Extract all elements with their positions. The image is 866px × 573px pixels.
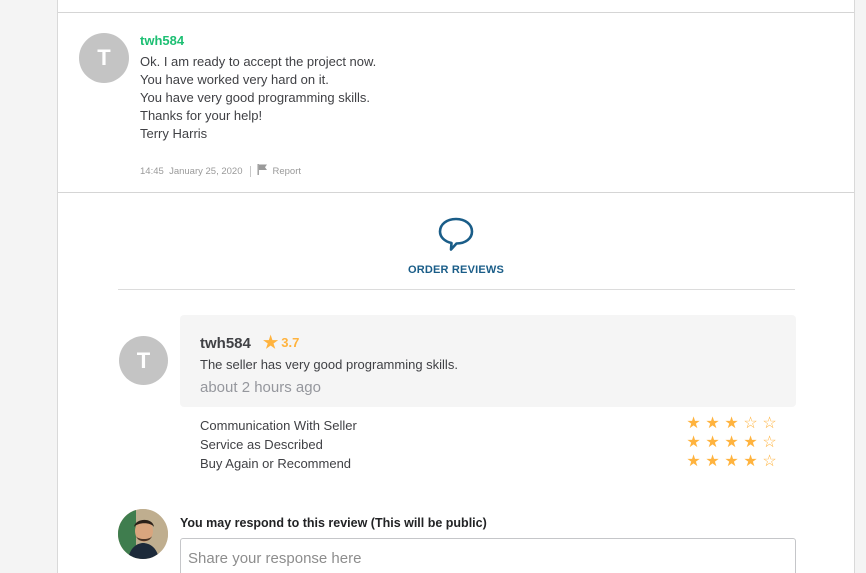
rating-label: Buy Again or Recommend <box>200 456 352 471</box>
message-body: Ok. I am ready to accept the project now… <box>140 53 376 143</box>
message-line: Thanks for your help! <box>140 108 263 123</box>
response-label: You may respond to this review (This wil… <box>180 516 487 530</box>
rating-row: Buy Again or Recommend ★ ★ ★ ★ ☆ <box>200 454 780 473</box>
rating-row: Communication With Seller ★ ★ ★ ☆ ☆ <box>200 416 780 435</box>
star-rating: ★ ★ ★ ★ ☆ <box>684 435 779 451</box>
response-input[interactable] <box>180 538 796 573</box>
star-icon: ★ <box>263 333 279 352</box>
message-date: January 25, 2020 <box>169 165 243 177</box>
review-text: The seller has very good programming ski… <box>200 357 458 372</box>
message-line: You have very good programming skills. <box>140 90 371 105</box>
star-filled-icon: ★ <box>705 415 720 432</box>
star-filled-icon: ★ <box>743 434 758 451</box>
reviewer-username[interactable]: twh584 <box>200 335 251 352</box>
avatar: T <box>119 336 168 385</box>
divider <box>118 289 795 290</box>
star-empty-icon: ☆ <box>762 434 777 451</box>
star-filled-icon: ★ <box>724 434 739 451</box>
star-rating: ★ ★ ★ ★ ☆ <box>684 454 779 470</box>
order-conversation-panel: T twh584 Ok. I am ready to accept the pr… <box>57 0 855 573</box>
star-filled-icon: ★ <box>724 415 739 432</box>
message-username[interactable]: twh584 <box>140 33 184 48</box>
message-line: Ok. I am ready to accept the project now… <box>140 54 377 69</box>
star-filled-icon: ★ <box>686 453 701 470</box>
star-filled-icon: ★ <box>705 434 720 451</box>
rating-label: Service as Described <box>200 437 323 452</box>
review-card: twh584 ★ 3.7 The seller has very good pr… <box>180 315 796 407</box>
star-filled-icon: ★ <box>705 453 720 470</box>
review-time: about 2 hours ago <box>200 379 321 396</box>
star-filled-icon: ★ <box>686 434 701 451</box>
avatar: T <box>79 33 129 83</box>
star-rating: ★ ★ ★ ☆ ☆ <box>684 416 779 432</box>
order-reviews-title: ORDER REVIEWS <box>407 264 505 276</box>
message-meta: 14:45 January 25, 2020 Report <box>140 164 301 178</box>
star-empty-icon: ☆ <box>762 415 777 432</box>
message-line: You have worked very hard on it. <box>140 72 329 87</box>
report-link[interactable]: Report <box>272 166 301 177</box>
rating-breakdown: Communication With Seller ★ ★ ★ ☆ ☆ Service … <box>200 416 780 473</box>
review-rating: ★ 3.7 <box>263 334 299 351</box>
rating-row: Service as Described ★ ★ ★ ★ ☆ <box>200 435 780 454</box>
star-filled-icon: ★ <box>724 453 739 470</box>
divider <box>58 192 854 193</box>
message-time: 14:45 <box>140 165 164 177</box>
rating-value: 3.7 <box>281 335 300 350</box>
seller-avatar <box>118 509 168 559</box>
star-filled-icon: ★ <box>686 415 701 432</box>
star-empty-icon: ☆ <box>743 415 758 432</box>
divider <box>58 12 854 13</box>
message-line: Terry Harris <box>140 126 208 141</box>
star-empty-icon: ☆ <box>762 453 777 470</box>
flag-icon[interactable] <box>257 164 268 178</box>
star-filled-icon: ★ <box>743 453 758 470</box>
speech-bubble-icon <box>437 216 475 252</box>
divider <box>250 165 252 177</box>
rating-label: Communication With Seller <box>200 418 357 433</box>
